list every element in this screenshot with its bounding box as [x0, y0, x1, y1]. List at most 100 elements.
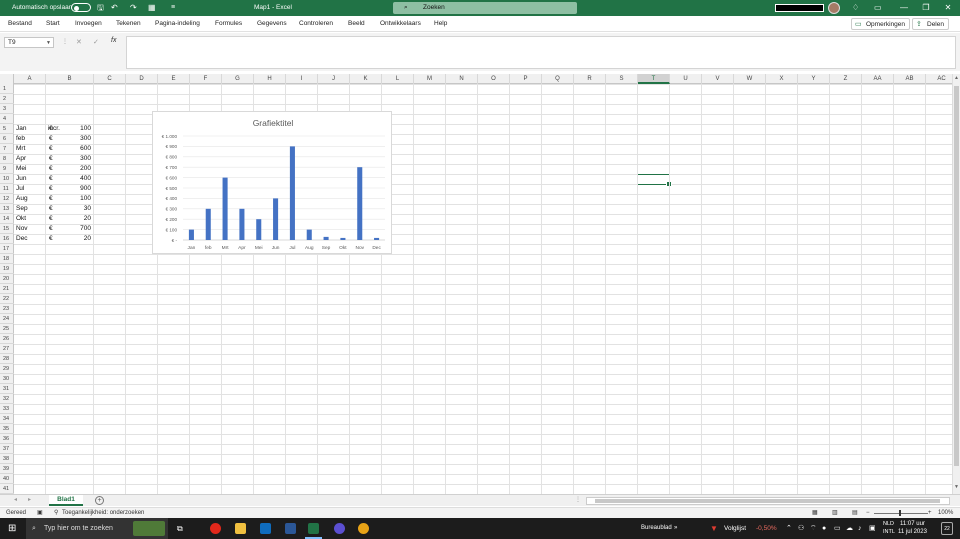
- network-icon[interactable]: ☁: [846, 518, 853, 539]
- row-header-26[interactable]: 26: [0, 334, 14, 344]
- add-sheet-button[interactable]: +: [95, 496, 104, 505]
- column-header-h[interactable]: H: [254, 74, 286, 84]
- account-name[interactable]: [775, 4, 824, 12]
- column-header-n[interactable]: N: [446, 74, 478, 84]
- clock[interactable]: 11:07 uur 11 jul 2023: [898, 520, 927, 536]
- row-header-33[interactable]: 33: [0, 404, 14, 414]
- tab-bestand[interactable]: Bestand: [8, 16, 32, 32]
- macro-record-icon[interactable]: ▣: [37, 508, 43, 518]
- column-header-l[interactable]: L: [382, 74, 414, 84]
- column-header-j[interactable]: J: [318, 74, 350, 84]
- word-icon[interactable]: [285, 523, 296, 534]
- column-header-m[interactable]: M: [414, 74, 446, 84]
- cell-month[interactable]: Okt: [16, 214, 44, 224]
- app-icon[interactable]: [334, 523, 345, 534]
- column-header-e[interactable]: E: [158, 74, 190, 84]
- row-header-17[interactable]: 17: [0, 244, 14, 254]
- row-header-12[interactable]: 12: [0, 194, 14, 204]
- windows-start-icon[interactable]: ⊞: [8, 518, 16, 539]
- formula-input[interactable]: [126, 36, 956, 69]
- row-header-25[interactable]: 25: [0, 324, 14, 334]
- column-header-t[interactable]: T: [638, 74, 670, 84]
- row-header-36[interactable]: 36: [0, 434, 14, 444]
- cell-value[interactable]: 100: [59, 194, 91, 204]
- premium-diamond-icon[interactable]: ♢: [852, 0, 859, 16]
- row-header-20[interactable]: 20: [0, 274, 14, 284]
- column-header-ab[interactable]: AB: [894, 74, 926, 84]
- column-header-s[interactable]: S: [606, 74, 638, 84]
- row-header-32[interactable]: 32: [0, 394, 14, 404]
- split-handle-icon[interactable]: ⋮: [575, 495, 581, 506]
- column-header-d[interactable]: D: [126, 74, 158, 84]
- chrome-icon[interactable]: [358, 523, 369, 534]
- tab-start[interactable]: Start: [46, 16, 60, 32]
- notification-center-icon[interactable]: 22: [941, 522, 953, 535]
- file-explorer-icon[interactable]: [235, 523, 246, 534]
- row-header-5[interactable]: 5: [0, 124, 14, 134]
- cell-value[interactable]: 600: [59, 144, 91, 154]
- cell-value[interactable]: 100: [59, 124, 91, 134]
- tab-formules[interactable]: Formules: [215, 16, 242, 32]
- spreadsheet-grid[interactable]: A B C D E F G H I J K L M N O P Q R S T U V W X Y Z AA AB AC 1234567…: [0, 74, 958, 494]
- tab-tekenen[interactable]: Tekenen: [116, 16, 141, 32]
- scroll-up-icon[interactable]: ▲: [954, 75, 959, 81]
- opera-icon[interactable]: [210, 523, 221, 534]
- customize-toolbar-icon[interactable]: ≡: [171, 0, 175, 16]
- row-header-40[interactable]: 40: [0, 474, 14, 484]
- column-header-v[interactable]: V: [702, 74, 734, 84]
- tab-beeld[interactable]: Beeld: [348, 16, 365, 32]
- zoom-level[interactable]: 100%: [938, 508, 953, 518]
- display-icon[interactable]: ▣: [869, 518, 876, 539]
- cell-month[interactable]: Aug: [16, 194, 44, 204]
- tab-pagina-indeling[interactable]: Pagina-indeling: [155, 16, 200, 32]
- row-header-8[interactable]: 8: [0, 154, 14, 164]
- column-header-k[interactable]: K: [350, 74, 382, 84]
- people-icon[interactable]: ⚇: [798, 518, 804, 539]
- column-header-y[interactable]: Y: [798, 74, 830, 84]
- bar-chart[interactable]: Grafiektitel € - € 100 € 200 € 300 € 400 € 500…: [152, 111, 392, 254]
- toolbar-expand-icon[interactable]: »: [674, 518, 677, 539]
- column-header-w[interactable]: W: [734, 74, 766, 84]
- cell-value[interactable]: 300: [59, 154, 91, 164]
- desktop-toolbar[interactable]: Bureaublad: [641, 518, 672, 539]
- selected-cell[interactable]: [637, 174, 672, 187]
- stock-name[interactable]: Volglijst: [724, 518, 746, 539]
- volume-icon[interactable]: ♪: [858, 518, 862, 539]
- column-header-x[interactable]: X: [766, 74, 798, 84]
- row-header-9[interactable]: 9: [0, 164, 14, 174]
- cell-month[interactable]: Jun: [16, 174, 44, 184]
- row-header-16[interactable]: 16: [0, 234, 14, 244]
- row-header-29[interactable]: 29: [0, 364, 14, 374]
- row-header-21[interactable]: 21: [0, 284, 14, 294]
- cell-value[interactable]: 400: [59, 174, 91, 184]
- column-header-u[interactable]: U: [670, 74, 702, 84]
- share-button[interactable]: ⇪ Delen: [912, 18, 949, 30]
- avatar[interactable]: [828, 2, 840, 14]
- row-header-11[interactable]: 11: [0, 184, 14, 194]
- column-header-i[interactable]: I: [286, 74, 318, 84]
- tab-help[interactable]: Help: [434, 16, 447, 32]
- row-header-39[interactable]: 39: [0, 464, 14, 474]
- search-input[interactable]: ⌕ Zoeken: [393, 2, 577, 14]
- autosave-toggle[interactable]: [71, 3, 91, 12]
- zoom-slider-thumb[interactable]: [899, 510, 901, 516]
- tab-controleren[interactable]: Controleren: [299, 16, 333, 32]
- next-sheet-icon[interactable]: ▸: [28, 495, 31, 506]
- cell-value[interactable]: 20: [59, 234, 91, 244]
- name-box[interactable]: T9 ▼: [4, 37, 54, 48]
- cell-month[interactable]: Jan: [16, 124, 44, 134]
- cancel-icon[interactable]: ✕: [76, 38, 82, 46]
- cell-value[interactable]: 900: [59, 184, 91, 194]
- table-icon[interactable]: ▦: [148, 0, 156, 16]
- row-header-30[interactable]: 30: [0, 374, 14, 384]
- tab-gegevens[interactable]: Gegevens: [257, 16, 287, 32]
- row-header-18[interactable]: 18: [0, 254, 14, 264]
- search-highlight-icon[interactable]: [133, 521, 165, 536]
- insert-function-button[interactable]: fx: [111, 37, 116, 44]
- column-header-f[interactable]: F: [190, 74, 222, 84]
- cell-value[interactable]: 20: [59, 214, 91, 224]
- column-header-q[interactable]: Q: [542, 74, 574, 84]
- row-header-2[interactable]: 2: [0, 94, 14, 104]
- minimize-button[interactable]: —: [893, 0, 915, 16]
- zoom-slider[interactable]: [874, 513, 928, 514]
